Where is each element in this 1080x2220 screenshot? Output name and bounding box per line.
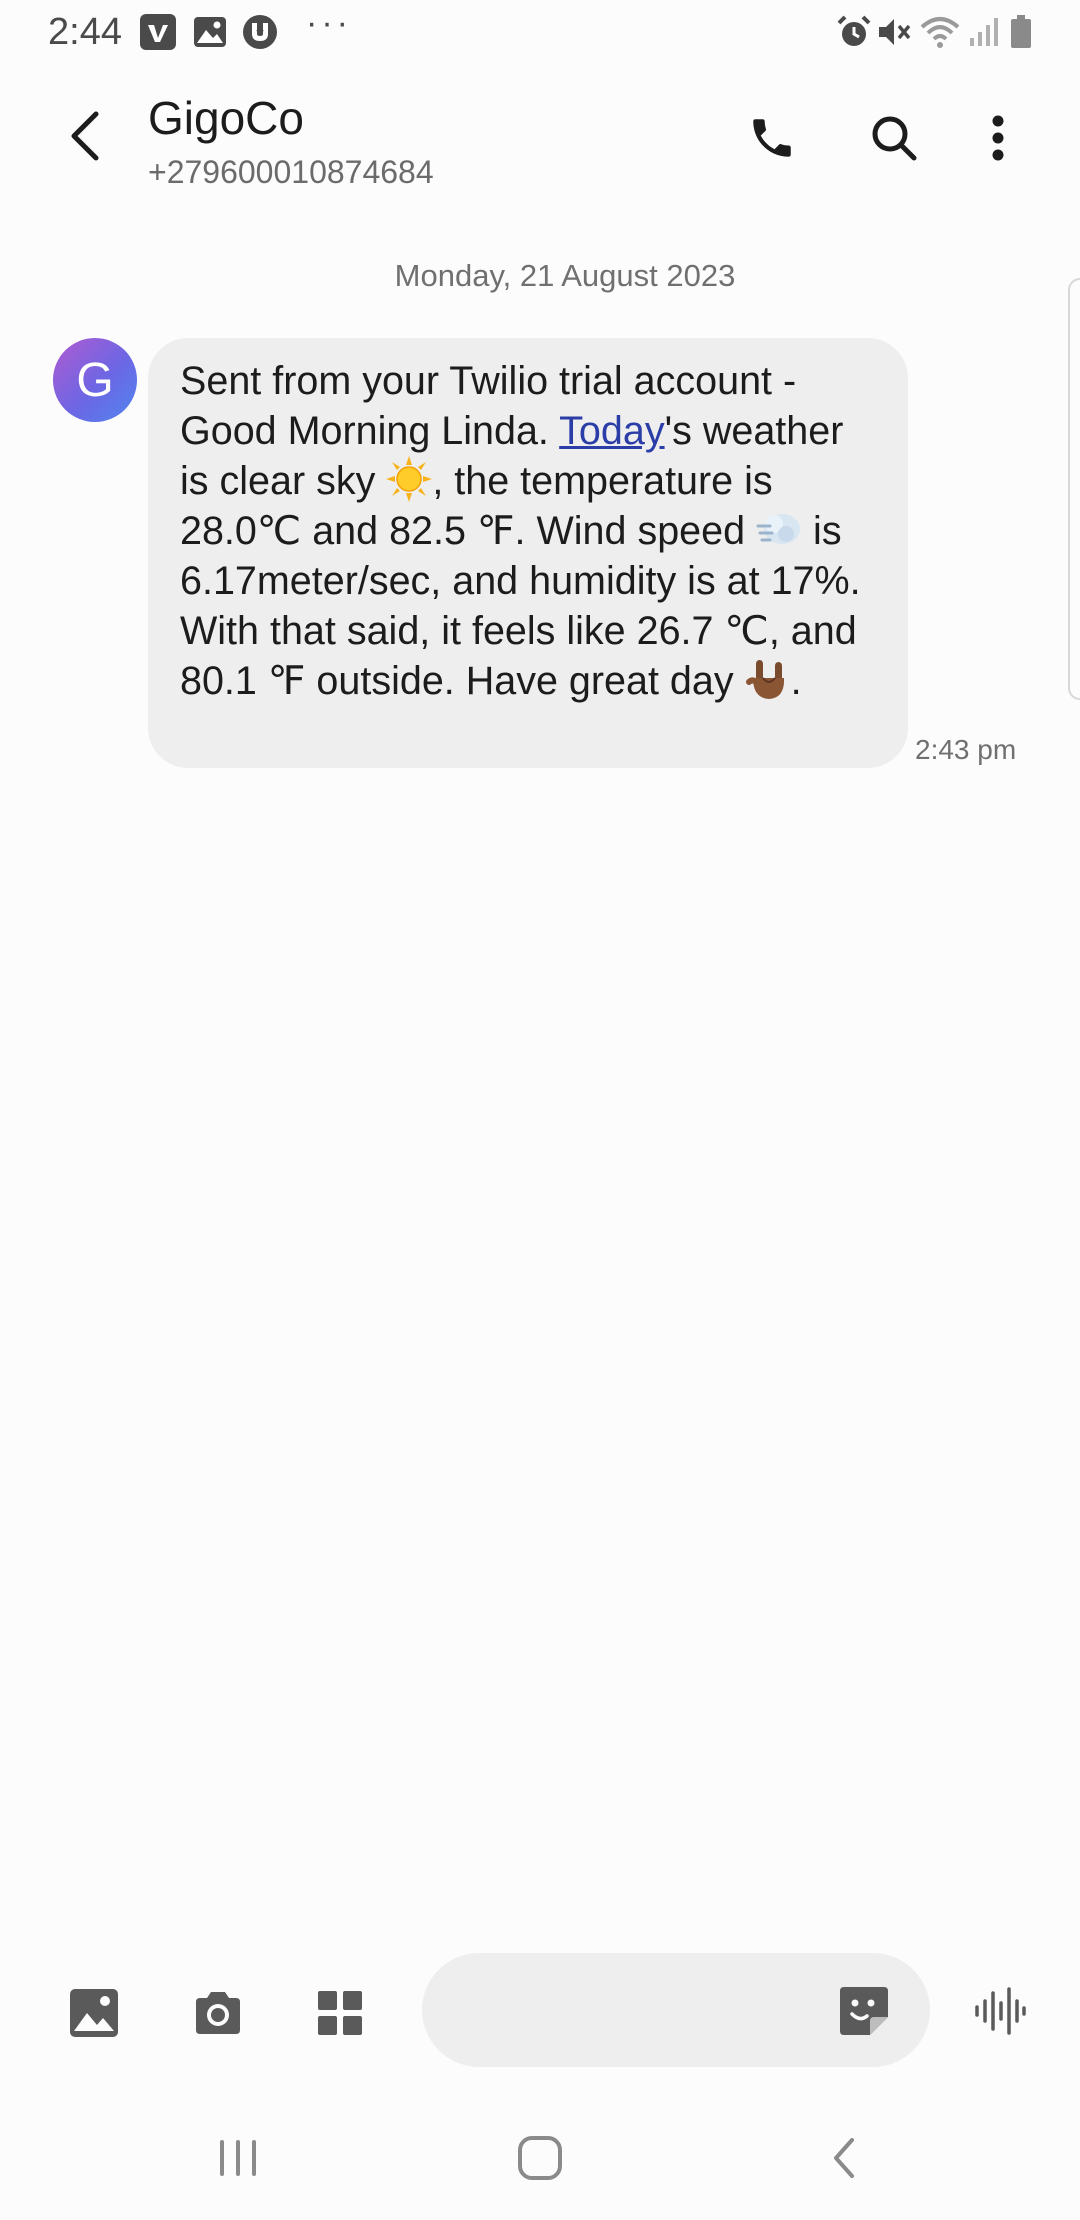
rock-on-hand-emoji-icon [745, 660, 784, 699]
battery-icon [1006, 12, 1036, 52]
apps-grid-icon [318, 1991, 362, 2035]
sun-emoji-icon [386, 456, 433, 502]
avatar[interactable]: G [53, 338, 137, 422]
back-button[interactable] [52, 100, 116, 172]
message-text-part: . [790, 659, 802, 703]
back-arrow-icon [71, 111, 99, 161]
recents-icon [220, 2140, 256, 2176]
search-button[interactable] [860, 104, 928, 172]
avatar-letter: G [76, 353, 114, 407]
date-separator: Monday, 21 August 2023 [394, 258, 736, 293]
sticker-icon [840, 1987, 888, 2035]
edge-panel-handle[interactable] [1068, 278, 1080, 700]
nav-home-button[interactable] [490, 2120, 590, 2196]
call-button[interactable] [738, 104, 806, 172]
gallery-button[interactable] [56, 1975, 132, 2051]
nav-recents-button[interactable] [188, 2120, 288, 2196]
mute-icon [874, 12, 914, 52]
sticker-button[interactable] [832, 1979, 896, 2043]
alarm-icon [834, 12, 874, 52]
apps-button[interactable] [302, 1975, 378, 2051]
voice-recorder-button[interactable] [964, 1979, 1036, 2043]
contact-name: GigoCo [148, 92, 304, 144]
camera-icon [196, 1992, 240, 2034]
more-vertical-icon [992, 115, 1004, 161]
torrent-icon [240, 12, 280, 52]
message-link-today[interactable]: Today [559, 409, 664, 453]
voice-waveform-icon [975, 1987, 1026, 2035]
nav-back-button[interactable] [794, 2120, 894, 2196]
more-options-button[interactable] [968, 104, 1028, 172]
message-text: Sent from your Twilio trial account - Go… [180, 356, 878, 706]
home-icon [518, 2136, 562, 2180]
status-overflow-dots: ··· [306, 4, 352, 42]
vimeo-icon [138, 12, 178, 52]
status-bar: 2:44 ··· [0, 0, 1080, 64]
phone-icon [753, 119, 791, 157]
wifi-icon [918, 12, 962, 52]
signal-icon [966, 12, 1002, 52]
message-bubble[interactable]: Sent from your Twilio trial account - Go… [148, 338, 908, 768]
message-timestamp: 2:43 pm [915, 734, 1017, 765]
search-icon [872, 116, 917, 161]
image-notification-icon [190, 12, 230, 52]
gallery-icon [70, 1989, 118, 2037]
wind-emoji-icon [756, 514, 801, 544]
nav-back-icon [834, 2138, 854, 2178]
contact-number: +279600010874684 [148, 154, 434, 190]
status-time: 2:44 [48, 11, 122, 53]
camera-button[interactable] [180, 1975, 256, 2051]
